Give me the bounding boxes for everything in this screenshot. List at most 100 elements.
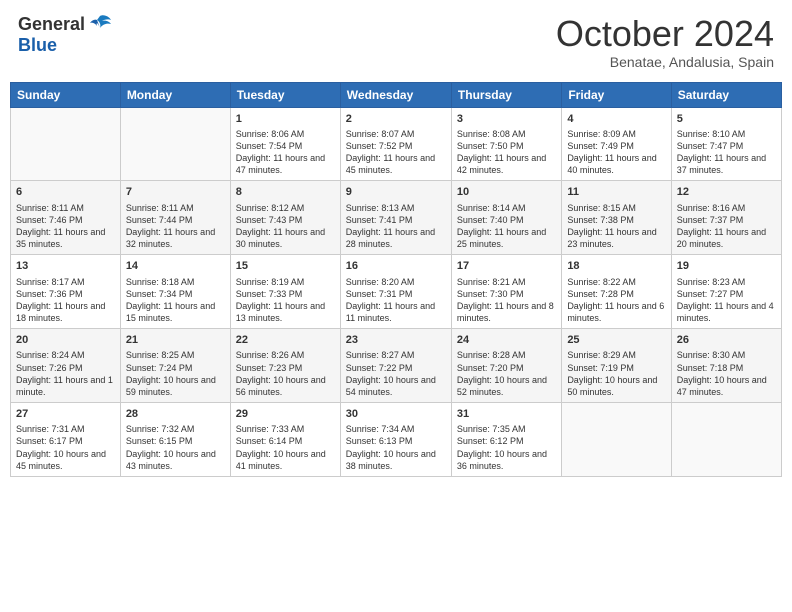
day-number: 6: [16, 185, 115, 199]
day-info: Sunrise: 8:09 AM Sunset: 7:49 PM Dayligh…: [567, 128, 665, 177]
day-info: Sunrise: 7:35 AM Sunset: 6:12 PM Dayligh…: [457, 423, 556, 472]
day-number: 4: [567, 112, 665, 126]
location-subtitle: Benatae, Andalusia, Spain: [556, 54, 774, 70]
calendar-cell: 3 Sunrise: 8:08 AM Sunset: 7:50 PM Daylig…: [451, 107, 561, 181]
calendar-cell: 14 Sunrise: 8:18 AM Sunset: 7:34 PM Dayli…: [120, 255, 230, 329]
title-block: October 2024 Benatae, Andalusia, Spain: [556, 14, 774, 70]
day-info: Sunrise: 7:33 AM Sunset: 6:14 PM Dayligh…: [236, 423, 335, 472]
day-number: 23: [346, 333, 446, 347]
day-number: 26: [677, 333, 776, 347]
day-number: 15: [236, 259, 335, 273]
calendar-cell: 27 Sunrise: 7:31 AM Sunset: 6:17 PM Dayli…: [11, 403, 121, 477]
calendar-cell: 11 Sunrise: 8:15 AM Sunset: 7:38 PM Dayli…: [562, 181, 671, 255]
calendar-cell: 7Sunrise: 8:11 AM Sunset: 7:44 PM Daylig…: [120, 181, 230, 255]
day-info: Sunrise: 8:16 AM Sunset: 7:37 PM Dayligh…: [677, 202, 776, 251]
day-info: Sunrise: 8:21 AM Sunset: 7:30 PM Dayligh…: [457, 276, 556, 325]
calendar-cell: 23 Sunrise: 8:27 AM Sunset: 7:22 PM Dayli…: [340, 329, 451, 403]
calendar-week-row: 6 Sunrise: 8:11 AM Sunset: 7:46 PM Daylig…: [11, 181, 782, 255]
calendar-cell: 17 Sunrise: 8:21 AM Sunset: 7:30 PM Dayli…: [451, 255, 561, 329]
day-number: 21: [126, 333, 225, 347]
calendar-cell: 16Sunrise: 8:20 AM Sunset: 7:31 PM Dayli…: [340, 255, 451, 329]
day-info: Sunrise: 8:23 AM Sunset: 7:27 PM Dayligh…: [677, 276, 776, 325]
day-number: 12: [677, 185, 776, 199]
calendar-cell: 25Sunrise: 8:29 AM Sunset: 7:19 PM Dayli…: [562, 329, 671, 403]
day-info: Sunrise: 8:12 AM Sunset: 7:43 PM Dayligh…: [236, 202, 335, 251]
calendar-cell: 28Sunrise: 7:32 AM Sunset: 6:15 PM Dayli…: [120, 403, 230, 477]
day-number: 24: [457, 333, 556, 347]
day-number: 1: [236, 112, 335, 126]
weekday-header-thursday: Thursday: [451, 82, 561, 107]
day-number: 27: [16, 407, 115, 421]
calendar-cell: 9 Sunrise: 8:13 AM Sunset: 7:41 PM Daylig…: [340, 181, 451, 255]
calendar-cell: 8 Sunrise: 8:12 AM Sunset: 7:43 PM Daylig…: [230, 181, 340, 255]
day-number: 19: [677, 259, 776, 273]
calendar-cell: 6 Sunrise: 8:11 AM Sunset: 7:46 PM Daylig…: [11, 181, 121, 255]
month-title: October 2024: [556, 14, 774, 54]
day-info: Sunrise: 8:15 AM Sunset: 7:38 PM Dayligh…: [567, 202, 665, 251]
calendar-cell: 29 Sunrise: 7:33 AM Sunset: 6:14 PM Dayli…: [230, 403, 340, 477]
day-number: 14: [126, 259, 225, 273]
day-number: 13: [16, 259, 115, 273]
day-number: 3: [457, 112, 556, 126]
day-info: Sunrise: 8:11 AM Sunset: 7:46 PM Dayligh…: [16, 202, 115, 251]
calendar-cell: 12 Sunrise: 8:16 AM Sunset: 7:37 PM Dayli…: [671, 181, 781, 255]
calendar-cell: [120, 107, 230, 181]
day-info: Sunrise: 8:06 AM Sunset: 7:54 PM Dayligh…: [236, 128, 335, 177]
logo-text-blue: Blue: [18, 36, 57, 56]
day-info: Sunrise: 8:27 AM Sunset: 7:22 PM Dayligh…: [346, 349, 446, 398]
calendar-week-row: 20 Sunrise: 8:24 AM Sunset: 7:26 PM Dayli…: [11, 329, 782, 403]
page-header: General Blue October 2024 Benatae, Andal…: [10, 10, 782, 74]
calendar-cell: 26 Sunrise: 8:30 AM Sunset: 7:18 PM Dayli…: [671, 329, 781, 403]
calendar-cell: 4 Sunrise: 8:09 AM Sunset: 7:49 PM Daylig…: [562, 107, 671, 181]
day-info: Sunrise: 7:31 AM Sunset: 6:17 PM Dayligh…: [16, 423, 115, 472]
weekday-header-row: SundayMondayTuesdayWednesdayThursdayFrid…: [11, 82, 782, 107]
day-info: Sunrise: 8:18 AM Sunset: 7:34 PM Dayligh…: [126, 276, 225, 325]
calendar-cell: [562, 403, 671, 477]
calendar-cell: 10Sunrise: 8:14 AM Sunset: 7:40 PM Dayli…: [451, 181, 561, 255]
day-number: 30: [346, 407, 446, 421]
day-info: Sunrise: 7:34 AM Sunset: 6:13 PM Dayligh…: [346, 423, 446, 472]
weekday-header-wednesday: Wednesday: [340, 82, 451, 107]
day-number: 18: [567, 259, 665, 273]
day-info: Sunrise: 8:26 AM Sunset: 7:23 PM Dayligh…: [236, 349, 335, 398]
day-number: 5: [677, 112, 776, 126]
calendar-cell: 13 Sunrise: 8:17 AM Sunset: 7:36 PM Dayli…: [11, 255, 121, 329]
day-number: 9: [346, 185, 446, 199]
calendar-cell: 15Sunrise: 8:19 AM Sunset: 7:33 PM Dayli…: [230, 255, 340, 329]
calendar-cell: [671, 403, 781, 477]
day-number: 8: [236, 185, 335, 199]
calendar-week-row: 1 Sunrise: 8:06 AM Sunset: 7:54 PM Daylig…: [11, 107, 782, 181]
calendar-cell: 22Sunrise: 8:26 AM Sunset: 7:23 PM Dayli…: [230, 329, 340, 403]
day-number: 16: [346, 259, 446, 273]
weekday-header-friday: Friday: [562, 82, 671, 107]
logo: General Blue: [18, 14, 113, 56]
calendar-week-row: 27 Sunrise: 7:31 AM Sunset: 6:17 PM Dayli…: [11, 403, 782, 477]
day-info: Sunrise: 8:30 AM Sunset: 7:18 PM Dayligh…: [677, 349, 776, 398]
day-info: Sunrise: 8:13 AM Sunset: 7:41 PM Dayligh…: [346, 202, 446, 251]
day-number: 2: [346, 112, 446, 126]
calendar-cell: 31 Sunrise: 7:35 AM Sunset: 6:12 PM Dayli…: [451, 403, 561, 477]
day-number: 20: [16, 333, 115, 347]
calendar-cell: [11, 107, 121, 181]
calendar-table: SundayMondayTuesdayWednesdayThursdayFrid…: [10, 82, 782, 477]
day-info: Sunrise: 8:24 AM Sunset: 7:26 PM Dayligh…: [16, 349, 115, 398]
day-info: Sunrise: 8:11 AM Sunset: 7:44 PM Dayligh…: [126, 202, 225, 251]
day-number: 29: [236, 407, 335, 421]
day-number: 17: [457, 259, 556, 273]
calendar-cell: 18 Sunrise: 8:22 AM Sunset: 7:28 PM Dayli…: [562, 255, 671, 329]
logo-bird-icon: [87, 14, 113, 36]
day-info: Sunrise: 8:08 AM Sunset: 7:50 PM Dayligh…: [457, 128, 556, 177]
day-number: 31: [457, 407, 556, 421]
calendar-cell: 19 Sunrise: 8:23 AM Sunset: 7:27 PM Dayli…: [671, 255, 781, 329]
day-number: 28: [126, 407, 225, 421]
calendar-week-row: 13 Sunrise: 8:17 AM Sunset: 7:36 PM Dayli…: [11, 255, 782, 329]
day-number: 11: [567, 185, 665, 199]
calendar-cell: 1 Sunrise: 8:06 AM Sunset: 7:54 PM Daylig…: [230, 107, 340, 181]
logo-text-general: General: [18, 15, 85, 35]
day-info: Sunrise: 8:22 AM Sunset: 7:28 PM Dayligh…: [567, 276, 665, 325]
day-number: 25: [567, 333, 665, 347]
weekday-header-saturday: Saturday: [671, 82, 781, 107]
day-info: Sunrise: 8:07 AM Sunset: 7:52 PM Dayligh…: [346, 128, 446, 177]
calendar-cell: 20 Sunrise: 8:24 AM Sunset: 7:26 PM Dayli…: [11, 329, 121, 403]
day-info: Sunrise: 8:17 AM Sunset: 7:36 PM Dayligh…: [16, 276, 115, 325]
